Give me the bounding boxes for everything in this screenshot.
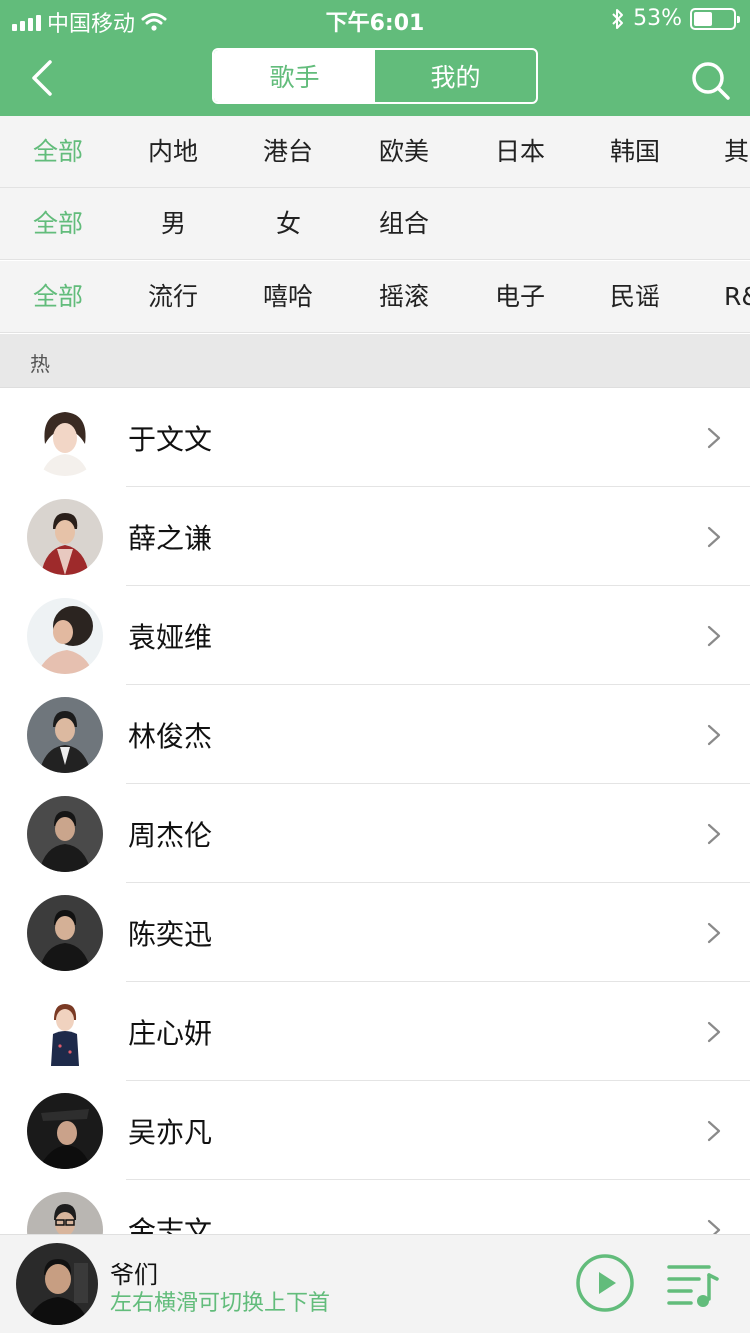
filter-genre-pop[interactable]: 流行	[148, 261, 198, 332]
artist-name: 袁娅维	[128, 621, 213, 654]
filter-gender-all[interactable]: 全部	[33, 188, 83, 259]
back-icon[interactable]	[24, 56, 64, 100]
artist-row[interactable]: 于文文	[0, 388, 750, 487]
mini-player[interactable]: 爷们 左右横滑可切换上下首	[0, 1234, 750, 1333]
artist-avatar	[27, 598, 103, 674]
filter-genre-rock[interactable]: 摇滚	[379, 261, 429, 332]
filter-region-hk-tw[interactable]: 港台	[263, 116, 313, 187]
filter-region-west[interactable]: 欧美	[379, 116, 429, 187]
filter-region-korea[interactable]: 韩国	[610, 116, 660, 187]
artist-row[interactable]: 薛之谦	[0, 487, 750, 586]
bluetooth-icon	[612, 8, 624, 29]
artist-name: 吴亦凡	[128, 1116, 213, 1149]
artist-name: 庄心妍	[128, 1017, 213, 1050]
album-cover	[16, 1243, 98, 1325]
artist-row[interactable]: 林俊杰	[0, 685, 750, 784]
chevron-right-icon	[707, 625, 721, 647]
artist-row[interactable]: 袁娅维	[0, 586, 750, 685]
artist-row[interactable]: 周杰伦	[0, 784, 750, 883]
play-icon[interactable]	[575, 1253, 635, 1313]
chevron-right-icon	[707, 1021, 721, 1043]
artist-avatar	[27, 994, 103, 1070]
artist-name: 陈奕迅	[128, 918, 213, 951]
status-right: 53%	[611, 6, 740, 31]
filter-region-mainland[interactable]: 内地	[148, 116, 198, 187]
filter-genre-folk[interactable]: 民谣	[610, 261, 660, 332]
top-bar: 中国移动 下午6:01 53% 歌手 我的	[0, 0, 750, 116]
filter-gender-group[interactable]: 组合	[379, 188, 429, 259]
chevron-right-icon	[707, 922, 721, 944]
search-icon[interactable]	[686, 56, 734, 104]
section-header-hot: 热	[0, 334, 750, 388]
artist-name: 于文文	[128, 423, 213, 456]
artist-name: 薛之谦	[128, 522, 213, 555]
playlist-icon[interactable]	[665, 1259, 721, 1311]
section-label: 热	[30, 352, 50, 376]
battery-fill	[694, 11, 713, 26]
chevron-right-icon	[707, 724, 721, 746]
artist-name: 金志文	[128, 1215, 213, 1234]
chevron-right-icon	[707, 823, 721, 845]
artist-avatar	[27, 1093, 103, 1169]
artist-avatar	[27, 895, 103, 971]
artist-name: 林俊杰	[128, 720, 213, 753]
battery-percent: 53%	[633, 6, 682, 31]
filter-genre-hiphop[interactable]: 嘻哈	[263, 261, 313, 332]
filter-gender-male[interactable]: 男	[161, 188, 186, 259]
artist-avatar	[27, 697, 103, 773]
artist-row[interactable]: 吴亦凡	[0, 1081, 750, 1180]
genre-filter-row: 全部 流行 嘻哈 摇滚 电子 民谣 R&	[0, 261, 750, 333]
tab-singers[interactable]: 歌手	[214, 50, 375, 102]
artist-avatar	[27, 796, 103, 872]
filter-genre-electronic[interactable]: 电子	[495, 261, 545, 332]
gender-filter-row: 全部 男 女 组合	[0, 188, 750, 260]
artist-row[interactable]: 金志文	[0, 1180, 750, 1234]
filter-region-japan[interactable]: 日本	[495, 116, 545, 187]
tab-mine[interactable]: 我的	[375, 50, 536, 102]
artist-row[interactable]: 陈奕迅	[0, 883, 750, 982]
region-filter-row: 全部 内地 港台 欧美 日本 韩国 其	[0, 116, 750, 188]
filter-genre-rnb[interactable]: R&	[724, 261, 750, 332]
battery-icon	[690, 7, 740, 30]
filter-region-all[interactable]: 全部	[33, 116, 83, 187]
chevron-right-icon	[707, 526, 721, 548]
artist-avatar	[27, 1192, 103, 1234]
filter-gender-female[interactable]: 女	[276, 188, 301, 259]
chevron-right-icon	[707, 1219, 721, 1234]
swipe-hint: 左右横滑可切换上下首	[110, 1291, 331, 1316]
artist-list: 于文文 薛之谦 袁娅维 林俊杰 周杰伦 陈奕迅 庄心妍 吴亦凡 金志文	[0, 388, 750, 1234]
artist-name: 周杰伦	[128, 819, 213, 852]
segmented-control: 歌手 我的	[212, 48, 538, 104]
artist-row[interactable]: 庄心妍	[0, 982, 750, 1081]
chevron-right-icon	[707, 1120, 721, 1142]
chevron-right-icon	[707, 427, 721, 449]
filter-region-other[interactable]: 其	[724, 116, 749, 187]
artist-avatar	[27, 499, 103, 575]
filter-genre-all[interactable]: 全部	[33, 261, 83, 332]
artist-avatar	[27, 400, 103, 476]
status-bar: 中国移动 下午6:01 53%	[0, 0, 750, 38]
